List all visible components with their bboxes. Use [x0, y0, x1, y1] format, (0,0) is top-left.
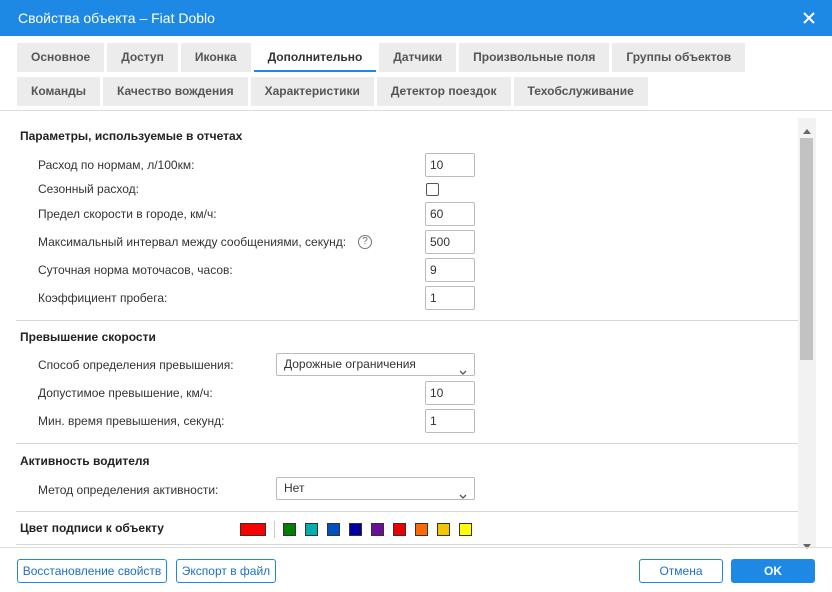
activity-method-label: Метод определения активности: — [38, 483, 219, 497]
chevron-down-icon — [459, 486, 467, 499]
activity-method-value: Нет — [284, 481, 305, 495]
label-color-palette — [0, 521, 798, 539]
mileage-coef-label: Коэффициент пробега: — [38, 291, 168, 305]
section-divider — [16, 443, 798, 444]
allowed-speeding-input[interactable] — [425, 381, 475, 405]
tab-service-intervals[interactable]: Техобслуживание — [513, 77, 648, 106]
city-speed-label: Предел скорости в городе, км/ч: — [38, 207, 217, 221]
color-swatch[interactable] — [305, 523, 318, 536]
tab-row-2: Команды Качество вождения Характеристики… — [17, 77, 817, 106]
tab-eco-driving[interactable]: Качество вождения — [103, 77, 248, 106]
content-panel: Параметры, используемые в отчетах Расход… — [0, 118, 798, 548]
tab-custom-fields[interactable]: Произвольные поля — [459, 43, 610, 72]
max-interval-label: Максимальный интервал между сообщениями,… — [38, 235, 347, 249]
color-swatch[interactable] — [371, 523, 384, 536]
tab-bar: Основное Доступ Иконка Дополнительно Дат… — [17, 43, 817, 111]
tab-profile[interactable]: Характеристики — [250, 77, 374, 106]
fuel-rate-input[interactable] — [425, 153, 475, 177]
section-divider — [16, 320, 798, 321]
tab-sensors[interactable]: Датчики — [379, 43, 457, 72]
section-divider — [16, 544, 798, 545]
color-swatch[interactable] — [327, 523, 340, 536]
footer-divider — [0, 547, 832, 548]
color-swatch[interactable] — [349, 523, 362, 536]
cancel-button[interactable]: Отмена — [639, 559, 723, 583]
engine-hours-label: Суточная норма моточасов, часов: — [38, 263, 233, 277]
activity-method-select[interactable]: Нет — [276, 477, 475, 500]
ok-button[interactable]: OK — [731, 559, 815, 583]
window-title: Свойства объекта – Fiat Doblo — [18, 10, 215, 26]
tab-unit-groups[interactable]: Группы объектов — [612, 43, 746, 72]
tab-commands[interactable]: Команды — [17, 77, 101, 106]
tabs-divider — [0, 110, 832, 111]
speeding-method-select[interactable]: Дорожные ограничения — [276, 353, 475, 376]
allowed-speeding-label: Допустимое превышение, км/ч: — [38, 386, 213, 400]
chevron-down-icon — [459, 362, 467, 375]
tab-trip-detector[interactable]: Детектор поездок — [376, 77, 511, 106]
title-bar: Свойства объекта – Fiat Doblo — [0, 0, 832, 36]
current-label-color-swatch[interactable] — [240, 523, 266, 536]
section-title-speeding: Превышение скорости — [20, 330, 156, 344]
mileage-coef-input[interactable] — [425, 286, 475, 310]
tab-icon[interactable]: Иконка — [180, 43, 251, 72]
tab-advanced[interactable]: Дополнительно — [253, 43, 377, 72]
seasonal-rate-checkbox[interactable] — [426, 183, 439, 196]
tab-access[interactable]: Доступ — [107, 43, 178, 72]
engine-hours-input[interactable] — [425, 258, 475, 282]
section-title-report-params: Параметры, используемые в отчетах — [20, 129, 243, 143]
export-to-file-button[interactable]: Экспорт в файл — [176, 559, 276, 583]
section-divider — [16, 511, 798, 512]
max-interval-input[interactable] — [425, 230, 475, 254]
min-speeding-time-label: Мин. время превышения, секунд: — [38, 414, 225, 428]
tab-row-1: Основное Доступ Иконка Дополнительно Дат… — [17, 43, 817, 72]
color-swatch[interactable] — [437, 523, 450, 536]
scrollbar[interactable] — [798, 118, 816, 549]
tab-main[interactable]: Основное — [17, 43, 105, 72]
section-title-driver-activity: Активность водителя — [20, 454, 150, 468]
min-speeding-time-input[interactable] — [425, 409, 475, 433]
restore-properties-button[interactable]: Восстановление свойств — [17, 559, 167, 583]
speeding-method-value: Дорожные ограничения — [284, 357, 416, 371]
seasonal-rate-label: Сезонный расход: — [38, 182, 139, 196]
fuel-rate-label: Расход по нормам, л/100км: — [38, 158, 195, 172]
scroll-down-icon[interactable] — [803, 538, 811, 549]
city-speed-input[interactable] — [425, 202, 475, 226]
scroll-up-icon[interactable] — [803, 123, 811, 134]
speeding-method-label: Способ определения превышения: — [38, 358, 234, 372]
color-swatch[interactable] — [415, 523, 428, 536]
color-swatch[interactable] — [459, 523, 472, 536]
color-swatch[interactable] — [393, 523, 406, 536]
close-icon[interactable] — [800, 9, 818, 27]
scrollbar-thumb[interactable] — [800, 138, 813, 360]
help-icon[interactable]: ? — [358, 235, 372, 249]
palette-divider — [274, 521, 275, 538]
color-swatch[interactable] — [283, 523, 296, 536]
